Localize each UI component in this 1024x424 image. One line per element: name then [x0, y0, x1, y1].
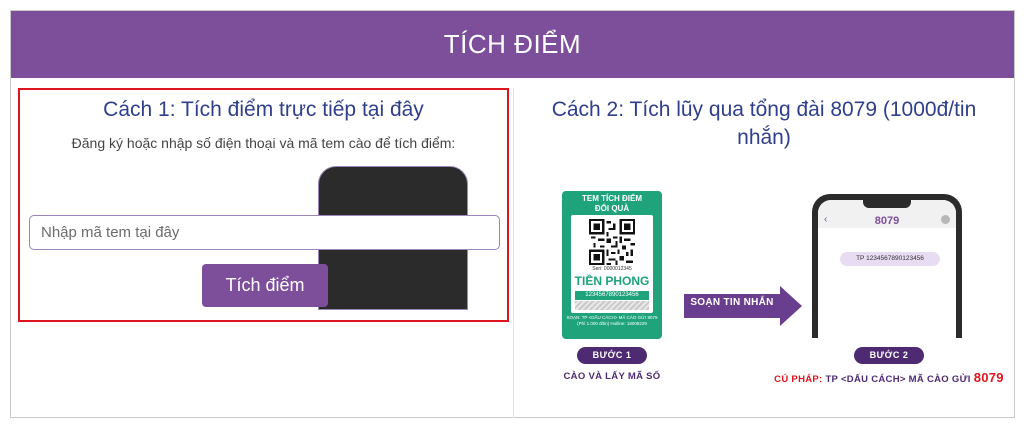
method1-title: Cách 1: Tích điểm trực tiếp tại đây — [103, 98, 424, 121]
step2-badge: BƯỚC 2 — [854, 347, 924, 364]
accumulate-points-button[interactable]: Tích điểm — [202, 264, 328, 307]
ticket-header-line2: ĐỔI QUÀ — [594, 204, 630, 213]
qr-code-icon — [589, 219, 635, 265]
message-contact: 8079 — [874, 215, 900, 227]
ticket-brand: TIỀN PHONG — [574, 274, 650, 288]
ticket-code: 1234567890123456 — [575, 291, 649, 300]
step1-badge: BƯỚC 1 — [577, 347, 647, 364]
scratch-strip — [575, 301, 649, 310]
section-header: TÍCH ĐIỂM — [11, 11, 1014, 78]
message-bubble: TP 1234567890123456 — [840, 252, 940, 266]
arrow-label: SOẠN TIN NHẮN — [690, 297, 774, 308]
info-icon — [941, 215, 950, 224]
points-section: TÍCH ĐIỂM Cách 1: Tích điểm trực tiếp tạ… — [10, 10, 1015, 418]
method1-description: Đăng ký hoặc nhập số điện thoại và mã te… — [71, 135, 456, 151]
phone-screen: ‹ 8079 TP 1234567890123456 — [818, 200, 956, 338]
ticket-body: Seri: 0000012345 TIỀN PHONG 123456789012… — [571, 215, 653, 313]
step1-text: CÀO VÀ LẤY MÃ SỐ — [563, 371, 661, 382]
ticket-header-line1: TEM TÍCH ĐIỂM — [582, 194, 642, 203]
scratch-ticket-illustration: TEM TÍCH ĐIỂM ĐỔI QUÀ Seri: 0000012345 T… — [562, 191, 662, 339]
syntax-command: TP <DẤU CÁCH> MÃ CÀO GỬI — [825, 374, 971, 385]
ticket-header: TEM TÍCH ĐIỂM ĐỔI QUÀ — [562, 194, 662, 214]
syntax-label: CÚ PHÁP: — [774, 374, 823, 385]
hotline-number: 8079 — [973, 370, 1004, 385]
method1-panel: Cách 1: Tích điểm trực tiếp tại đây Đăng… — [18, 88, 509, 322]
page-title: TÍCH ĐIỂM — [443, 29, 582, 59]
step2-text: CÚ PHÁP: TP <DẤU CÁCH> MÃ CÀO GỬI 8079 — [769, 371, 1009, 386]
ticket-footer: SOẠN: TP <DẤU CÁCH> MÃ CÀO GỬI 8079 (Phí… — [566, 315, 658, 326]
method2-title: Cách 2: Tích lũy qua tổng đài 8079 (1000… — [551, 98, 977, 149]
method2-panel: Cách 2: Tích lũy qua tổng đài 8079 (1000… — [513, 88, 1013, 418]
phone-notch — [863, 200, 911, 208]
scratch-code-input[interactable] — [29, 215, 500, 250]
phone-illustration: ‹ 8079 TP 1234567890123456 — [812, 194, 962, 338]
ticket-serial: Seri: 0000012345 — [592, 266, 632, 272]
